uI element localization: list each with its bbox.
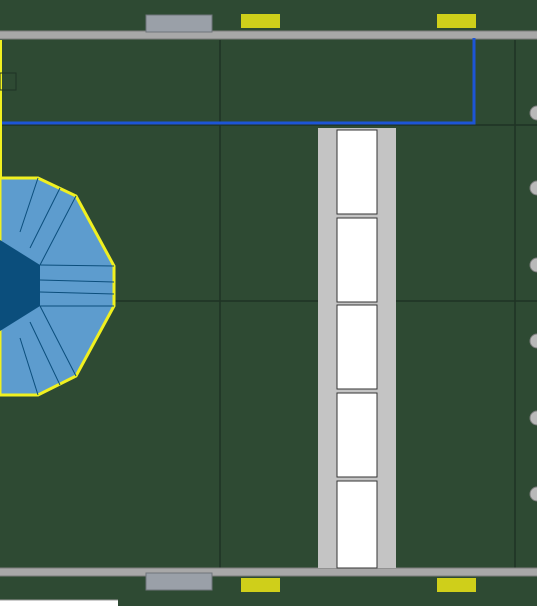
bottom-yellow-fixture-right[interactable] xyxy=(437,578,476,592)
floor-plan xyxy=(0,0,537,606)
bottom-yellow-fixture-left[interactable] xyxy=(241,578,280,592)
bottom-edge-tab xyxy=(0,600,118,606)
walkway-tables xyxy=(336,129,378,569)
floor-plan-canvas xyxy=(0,0,537,606)
top-yellow-fixture-left[interactable] xyxy=(241,14,280,28)
bottom-rail xyxy=(0,567,537,577)
table-2[interactable] xyxy=(336,217,378,303)
table-5[interactable] xyxy=(336,480,378,569)
table-1[interactable] xyxy=(336,129,378,215)
top-yellow-fixture-right[interactable] xyxy=(437,14,476,28)
bottom-gray-fixture[interactable] xyxy=(145,572,213,591)
table-4[interactable] xyxy=(336,392,378,478)
top-rail xyxy=(0,30,537,40)
top-gray-fixture[interactable] xyxy=(145,14,213,33)
table-3[interactable] xyxy=(336,304,378,390)
